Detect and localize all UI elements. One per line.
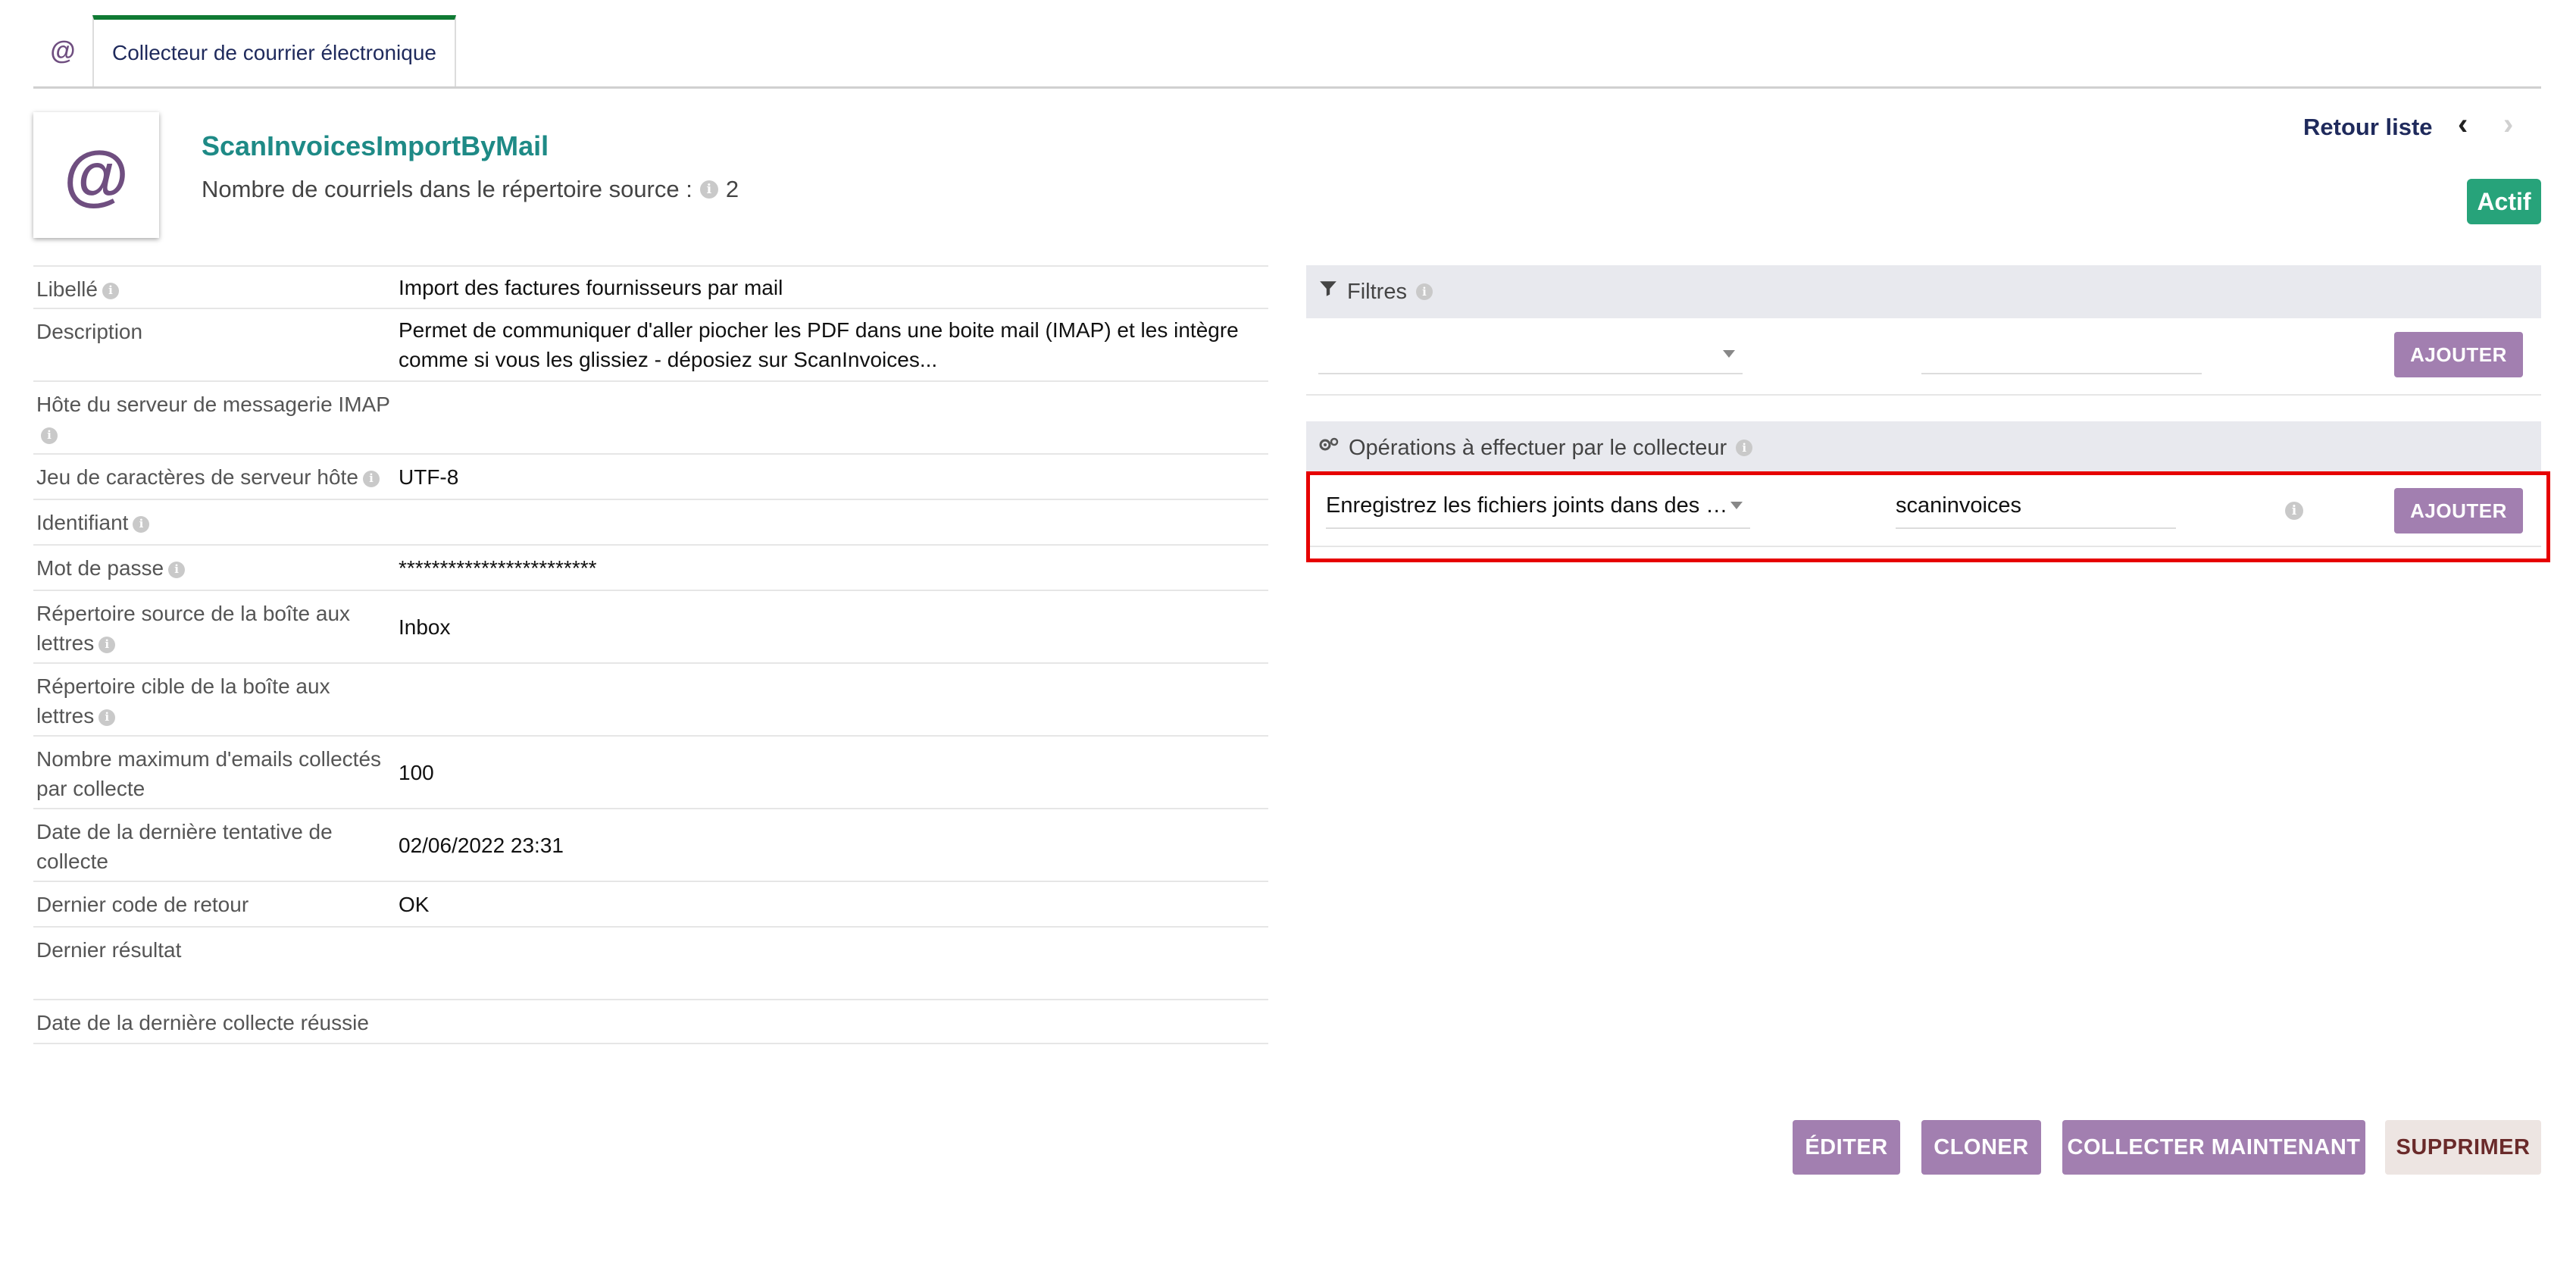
back-to-list-link[interactable]: Retour liste [2303,114,2433,141]
field-label-text: Date de la dernière collecte réussie [36,1011,369,1034]
info-icon[interactable]: i [98,709,116,726]
field-row: Jeu de caractères de serveur hôte i UTF-8 [33,453,1268,499]
field-label-text: Répertoire source de la boîte aux lettre… [36,602,351,655]
filters-header: Filtres i [1306,265,2541,318]
filters-title: Filtres [1347,279,1407,304]
filter-type-select[interactable] [1318,335,1743,374]
email-count-line: Nombre de courriels dans le répertoire s… [202,176,739,203]
field-value: ************************ [399,555,597,580]
field-label-text: Identifiant [36,511,129,534]
at-logo-icon: @ [33,112,159,238]
field-label-text: Hôte du serveur de messagerie IMAP [36,393,390,416]
field-label: Dernier code de retour [33,882,395,926]
status-badge: Actif [2467,179,2541,224]
field-label-text: Dernier code de retour [36,893,249,916]
field-label: Date de la dernière tentative de collect… [33,809,395,881]
info-icon[interactable]: i [1415,283,1433,300]
field-label: Hôte du serveur de messagerie IMAP i [33,382,395,453]
field-value: Permet de communiquer d'aller piocher le… [399,318,1239,371]
field-value [395,928,1268,999]
filter-icon [1318,279,1338,305]
field-label-text: Mot de passe [36,556,164,580]
field-row: Hôte du serveur de messagerie IMAP i [33,380,1268,453]
chevron-left-icon[interactable]: ‹ [2458,108,2468,142]
field-value: Import des factures fournisseurs par mai… [399,275,783,299]
operations-title: Opérations à effectuer par le collecteur [1349,435,1727,460]
field-value [395,500,1268,544]
info-icon[interactable]: i [1736,440,1753,456]
field-label: Date de la dernière collecte réussie [33,1000,395,1043]
collector-ref: ScanInvoicesImportByMail [202,130,549,161]
field-label: Répertoire source de la boîte aux lettre… [33,591,395,662]
field-row: Mot de passe i ************************ [33,544,1268,590]
at-icon[interactable]: @ [33,15,92,86]
field-label-text: Répertoire cible de la boîte aux lettres [36,674,330,728]
field-value [395,382,1268,453]
chevron-down-icon [1723,350,1735,358]
fields-table: Libellé i Import des factures fournisseurs… [33,265,1268,1044]
field-row: Dernier code de retour OK [33,881,1268,926]
field-label-text: Jeu de caractères de serveur hôte [36,465,358,489]
operations-header: Opérations à effectuer par le collecteur… [1306,421,2541,474]
field-label-text: Description [36,320,143,343]
field-label: Jeu de caractères de serveur hôte i [33,455,395,499]
delete-button[interactable]: SUPPRIMER [2385,1120,2541,1175]
info-icon[interactable]: i [699,180,718,199]
field-row: Date de la dernière collecte réussie [33,999,1268,1044]
field-row: Date de la dernière tentative de collect… [33,808,1268,881]
tab-email-collector[interactable]: Collecteur de courrier électronique [92,15,456,86]
field-label: Nombre maximum d'emails collectés par co… [33,737,395,808]
info-icon[interactable]: i [362,470,380,487]
field-label: Libellé i [33,267,395,308]
field-value: 02/06/2022 23:31 [399,833,564,857]
field-label: Identifiant i [33,500,395,544]
field-row: Dernier résultat [33,926,1268,999]
field-label-text: Nombre maximum d'emails collectés par co… [36,747,382,800]
field-row: Répertoire cible de la boîte aux lettres… [33,662,1268,735]
email-count-value: 2 [725,176,739,202]
field-label-text: Dernier résultat [36,938,182,962]
filters-panel: Filtres i AJOUTER [1306,265,2541,396]
info-icon[interactable]: i [102,282,119,299]
highlight-box [1306,471,2550,562]
info-icon[interactable]: i [98,636,116,653]
field-value: Inbox [399,615,451,639]
field-label: Description [33,309,395,380]
field-label-text: Libellé [36,277,98,301]
add-filter-button[interactable]: AJOUTER [2394,332,2523,377]
collect-now-button[interactable]: COLLECTER MAINTENANT [2062,1120,2365,1175]
clone-button[interactable]: CLONER [1921,1120,2041,1175]
field-value [395,664,1268,735]
email-count-label: Nombre de courriels dans le répertoire s… [202,176,692,202]
info-icon[interactable]: i [41,427,58,444]
field-label: Répertoire cible de la boîte aux lettres… [33,664,395,735]
field-label: Mot de passe i [33,546,395,590]
info-icon[interactable]: i [133,515,150,533]
tab-bar: @ Collecteur de courrier électronique [33,15,2541,89]
field-value: OK [399,892,430,916]
field-row: Répertoire source de la boîte aux lettre… [33,590,1268,662]
field-label-text: Date de la dernière tentative de collect… [36,820,333,873]
field-row: Libellé i Import des factures fournisseurs… [33,265,1268,308]
field-value: 100 [399,760,434,784]
field-label: Dernier résultat [33,928,395,999]
info-icon[interactable]: i [168,561,186,578]
gears-icon [1318,435,1340,461]
edit-button[interactable]: ÉDITER [1793,1120,1900,1175]
chevron-right-icon: › [2503,108,2514,141]
field-value: UTF-8 [399,465,459,489]
field-row: Identifiant i [33,499,1268,544]
filter-value-input[interactable] [1921,335,2202,374]
field-row: Nombre maximum d'emails collectés par co… [33,735,1268,808]
field-value [395,1000,1268,1043]
field-row: Description Permet de communiquer d'aller… [33,308,1268,380]
